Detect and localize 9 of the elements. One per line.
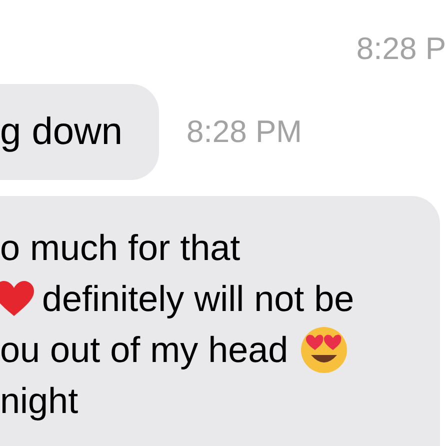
timestamp: 8:28 PM	[186, 112, 302, 151]
message-text: definitely will not be	[42, 277, 354, 321]
message-text: ou out of my head	[0, 328, 288, 372]
message-text: g down	[0, 110, 123, 155]
timestamp: 8:28 P	[356, 30, 446, 68]
message-text: night	[0, 379, 78, 423]
message-text: o much for that	[0, 226, 240, 270]
heart-icon	[0, 280, 34, 316]
heart-eyes-face-icon	[300, 326, 348, 374]
